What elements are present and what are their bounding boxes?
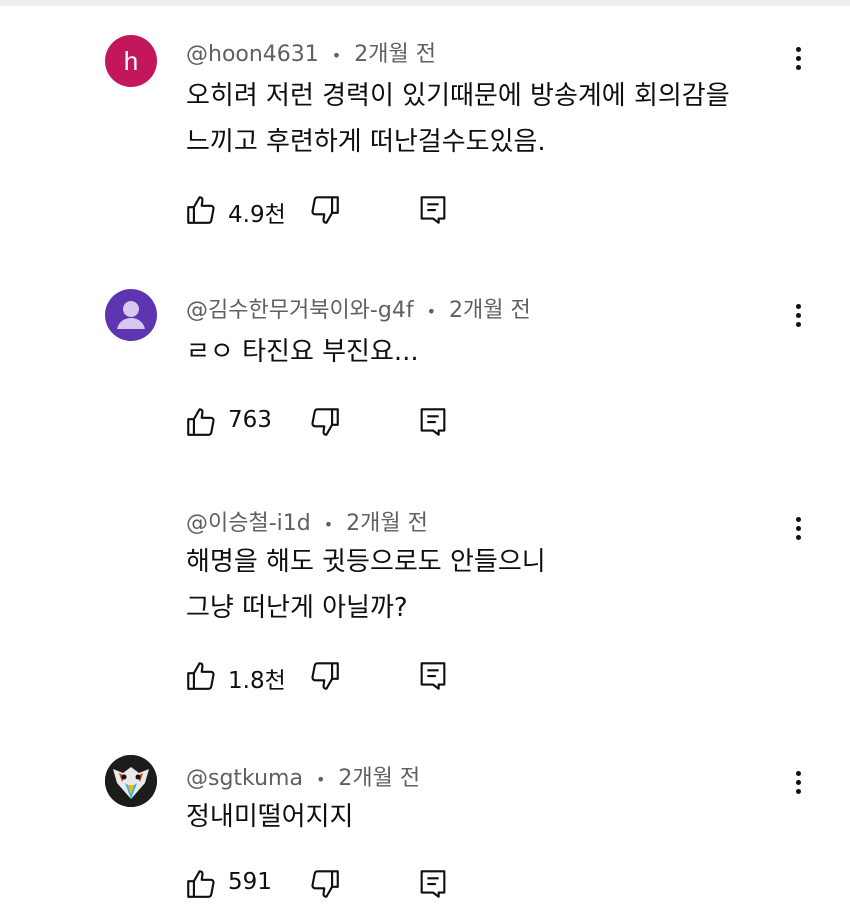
thumbs-down-icon (311, 662, 339, 690)
thumbs-up-icon (187, 662, 215, 690)
reply-icon (420, 870, 446, 898)
reply-button[interactable] (416, 192, 450, 228)
reply-button[interactable] (416, 658, 450, 694)
comment-time[interactable]: 2개월 전 (346, 511, 428, 536)
dislike-button[interactable] (308, 404, 342, 440)
comment-time[interactable]: 2개월 전 (354, 42, 436, 67)
comment-time[interactable]: 2개월 전 (338, 766, 420, 791)
mask-avatar-icon (105, 755, 157, 807)
author-name[interactable]: @sgtkuma (186, 766, 303, 791)
reply-icon (420, 196, 446, 224)
meta-separator: • (323, 515, 334, 534)
author-name[interactable]: @김수한무거북이와-g4f (186, 298, 414, 323)
avatar-letter: h (123, 45, 139, 76)
more-options-icon[interactable] (785, 762, 811, 802)
comment-text: 오히려 저런 경력이 있기때문에 방송계에 회의감을 느끼고 후련하게 떠난걸수… (186, 73, 730, 165)
reply-button[interactable] (416, 404, 450, 440)
avatar[interactable] (105, 755, 157, 807)
comment-meta: @김수한무거북이와-g4f • 2개월 전 (186, 292, 531, 324)
top-divider (0, 0, 850, 6)
meta-separator: • (426, 302, 437, 321)
more-options-icon[interactable] (785, 508, 811, 548)
dislike-button[interactable] (308, 192, 342, 228)
author-name[interactable]: @이승철-i1d (186, 511, 311, 536)
thumbs-up-icon (187, 870, 215, 898)
like-count: 4.9천 (228, 202, 286, 228)
thumbs-down-icon (311, 196, 339, 224)
default-avatar-icon (117, 301, 145, 329)
comment-meta: @이승철-i1d • 2개월 전 (186, 505, 428, 537)
comment-line: 정내미떨어지지 (186, 802, 354, 832)
reply-icon (420, 662, 446, 690)
more-options-icon[interactable] (785, 38, 811, 78)
reply-button[interactable] (416, 866, 450, 902)
dislike-button[interactable] (308, 658, 342, 694)
comment-text: 정내미떨어지지 (186, 794, 353, 840)
comment-time[interactable]: 2개월 전 (449, 298, 531, 323)
thumbs-up-icon (187, 196, 215, 224)
avatar[interactable] (105, 289, 157, 341)
author-name[interactable]: @hoon4631 (186, 42, 319, 67)
avatar[interactable]: h (105, 35, 157, 87)
thumbs-up-icon (187, 408, 215, 436)
like-button[interactable]: 591 (184, 866, 272, 902)
comment-text: ㄹㅇ 타진요 부진요... (186, 329, 419, 375)
like-count: 1.8천 (228, 668, 286, 694)
comment-text: 해명을 해도 귓등으로도 안들으니 그냥 떠난게 아닐까? (186, 539, 546, 631)
like-count: 591 (228, 869, 272, 895)
like-count: 763 (228, 407, 272, 433)
like-button[interactable]: 1.8천 (184, 658, 286, 694)
comment-line: 느끼고 후련하게 떠난걸수도있음. (186, 127, 546, 157)
thumbs-down-icon (311, 870, 339, 898)
meta-separator: • (331, 46, 342, 65)
like-button[interactable]: 763 (184, 404, 272, 440)
comment-line: 해명을 해도 귓등으로도 안들으니 (186, 547, 546, 577)
comment-line: 그냥 떠난게 아닐까? (186, 593, 408, 623)
comment-meta: @hoon4631 • 2개월 전 (186, 36, 436, 68)
reply-icon (420, 408, 446, 436)
comment-meta: @sgtkuma • 2개월 전 (186, 760, 420, 792)
thumbs-down-icon (311, 408, 339, 436)
comment-line: 오히려 저런 경력이 있기때문에 방송계에 회의감을 (186, 81, 730, 111)
meta-separator: • (315, 770, 326, 789)
more-options-icon[interactable] (785, 295, 811, 335)
like-button[interactable]: 4.9천 (184, 192, 286, 228)
comment-line: ㄹㅇ 타진요 부진요... (186, 337, 419, 367)
dislike-button[interactable] (308, 866, 342, 902)
